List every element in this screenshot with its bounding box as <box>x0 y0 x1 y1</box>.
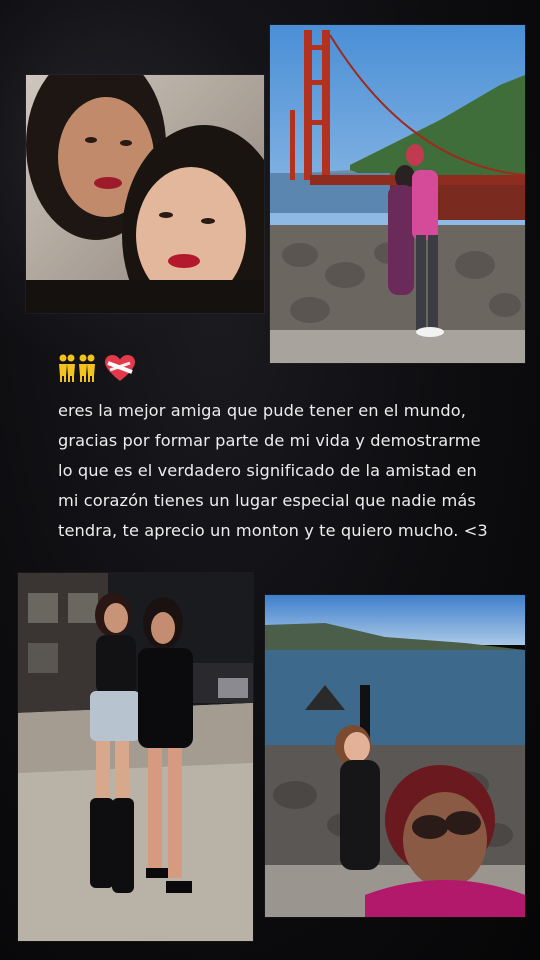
photo-coast-selfie <box>265 595 525 917</box>
emoji-row <box>58 350 498 386</box>
women-holding-hands-icon <box>78 354 96 382</box>
caption-text: eres la mejor amiga que pude tener en el… <box>58 401 488 540</box>
women-holding-hands-icon <box>58 354 76 382</box>
caption-block: eres la mejor amiga que pude tener en el… <box>58 350 498 546</box>
mending-heart-icon <box>104 354 136 382</box>
photo-golden-gate-bridge <box>270 25 525 363</box>
photo-selfie-two-women <box>26 75 264 313</box>
photo-night-out <box>18 573 253 941</box>
